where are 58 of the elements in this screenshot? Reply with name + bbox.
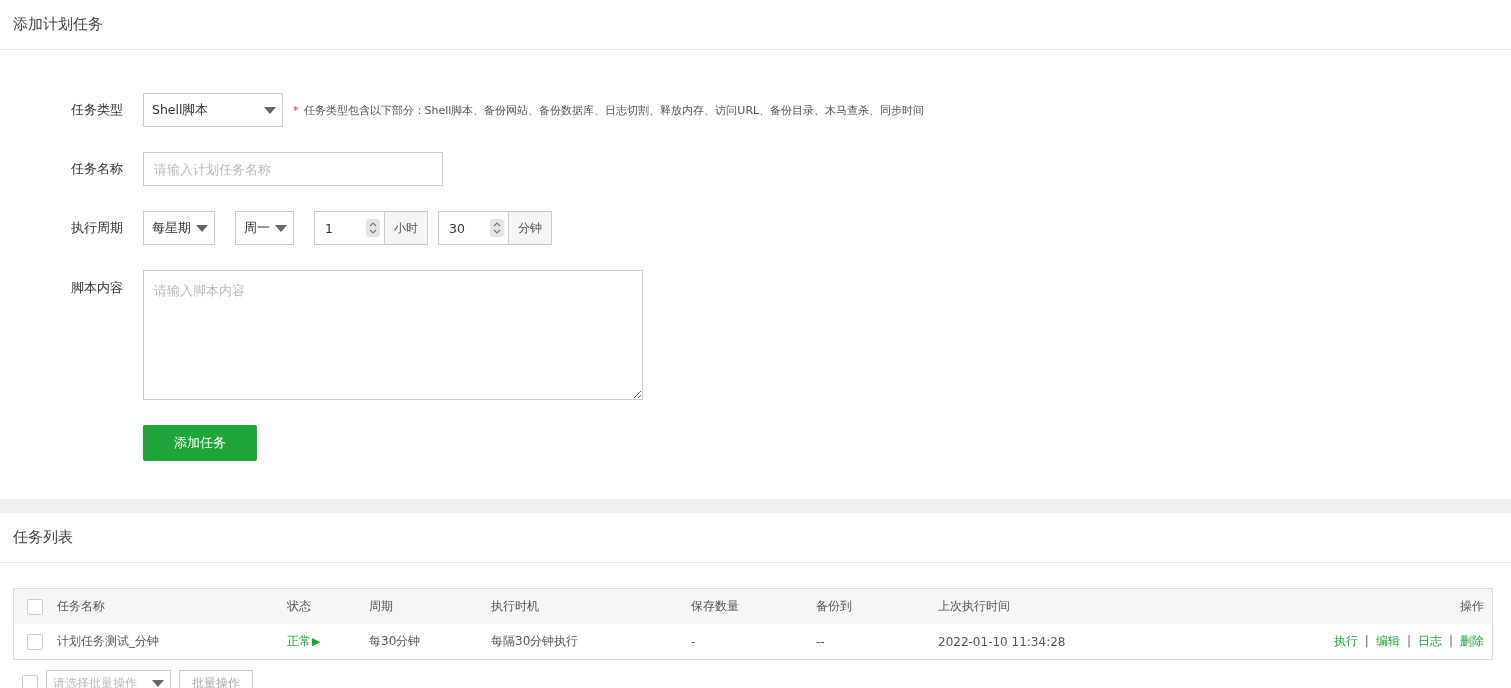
action-link[interactable]: 编辑 [1375, 634, 1400, 648]
checkbox[interactable] [27, 598, 43, 615]
number-value: 30 [449, 220, 465, 236]
field-label: 执行周期 [71, 219, 124, 237]
hint-text: 任务类型包含以下部分：Shell脚本、备份网站、备份数据库、日志切割、释放内存、访问URL、备份目录、木马查杀、同步时间 [303, 102, 925, 118]
cycle-select[interactable]: 每星期 [143, 211, 215, 245]
spinner-icon[interactable] [490, 219, 504, 237]
hour-field[interactable]: 1 [314, 211, 384, 245]
column-header: 周期 [369, 599, 393, 613]
table-cell: 计划任务测试_分钟 [57, 634, 159, 648]
select-value: 周一 [244, 219, 270, 237]
column-header: 任务名称 [57, 599, 105, 613]
caret-icon [275, 224, 287, 232]
table-cell: 2022-01-10 11:34:28 [938, 634, 1066, 649]
select-value: 每星期 [152, 219, 191, 237]
task-name-field[interactable]: 请输入计划任务名称 [143, 152, 443, 186]
checkbox[interactable] [27, 633, 43, 650]
table-cell: 每30分钟 [369, 634, 421, 648]
action-link[interactable]: 执行 [1333, 634, 1358, 648]
select-value: Shell脚本 [152, 101, 209, 119]
caret-icon [152, 679, 164, 687]
table-cell: 每隔30分钟执行 [491, 634, 579, 648]
unit-label: 分钟 [508, 211, 552, 245]
task-type-select[interactable]: Shell脚本 [143, 93, 283, 127]
weekday-select[interactable]: 周一 [235, 211, 294, 245]
panel-title: 任务列表 [13, 528, 73, 547]
minute-field[interactable]: 30 [438, 211, 508, 245]
field-label: 任务类型 [71, 101, 124, 119]
table-cell: - [691, 634, 696, 649]
required-mark: * [293, 103, 299, 117]
column-header: 执行时机 [491, 599, 539, 613]
script-field[interactable]: 请输入脚本内容 [143, 270, 643, 400]
caret-icon [196, 224, 208, 232]
select-placeholder: 请选择批量操作 [53, 674, 137, 688]
action-link[interactable]: 删除 [1460, 634, 1484, 648]
caret-icon [264, 106, 276, 114]
checkbox[interactable] [22, 675, 38, 688]
add-task-button[interactable]: 添加任务 [143, 425, 257, 461]
spinner-icon[interactable] [366, 219, 380, 237]
panel-title: 添加计划任务 [13, 15, 103, 34]
column-header: 操作 [1460, 599, 1484, 613]
unit-label: 小时 [384, 211, 428, 245]
column-header: 保存数量 [691, 599, 739, 613]
table-cell: -- [816, 634, 825, 649]
column-header: 上次执行时间 [938, 599, 1010, 613]
field-label: 任务名称 [71, 160, 124, 178]
column-header: 状态 [287, 599, 311, 613]
batch-select[interactable]: 请选择批量操作 [46, 670, 171, 688]
column-header: 备份到 [816, 599, 852, 613]
action-link[interactable]: 日志 [1417, 634, 1442, 648]
batch-button[interactable]: 批量操作 [179, 670, 253, 688]
status-link[interactable]: 正常 [287, 634, 311, 648]
separator: | [1448, 634, 1453, 648]
separator: | [1406, 634, 1411, 648]
field-label: 脚本内容 [71, 279, 124, 297]
number-value: 1 [325, 220, 333, 236]
separator: | [1364, 634, 1369, 648]
play-icon: ▶ [312, 635, 321, 648]
